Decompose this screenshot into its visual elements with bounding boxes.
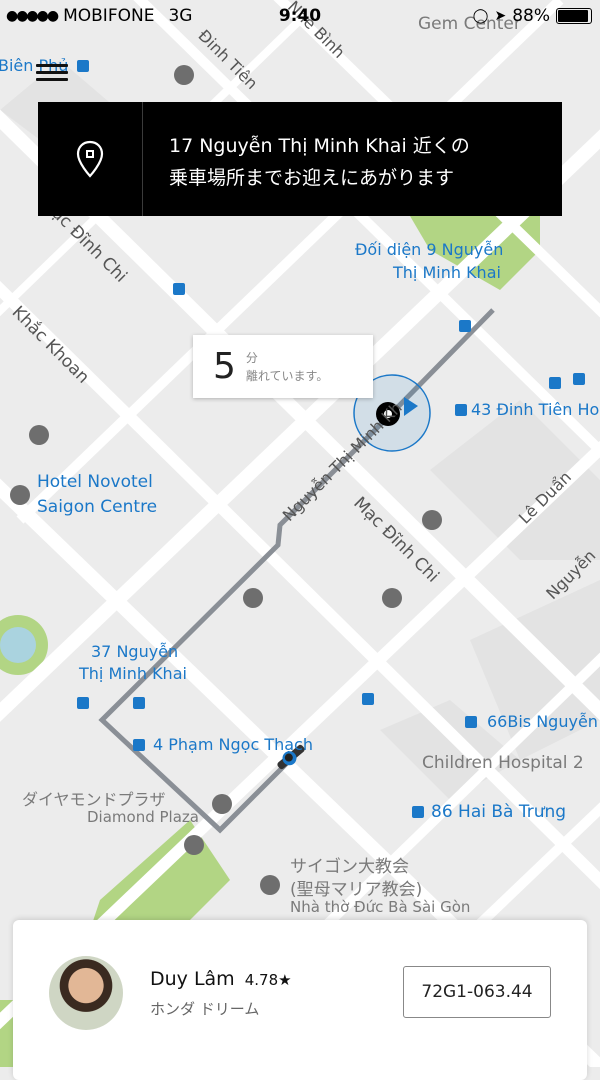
avatar[interactable] (49, 956, 123, 1030)
restaurant-icon (29, 425, 49, 445)
hotel-icon (10, 485, 30, 505)
eta-card: 5 分 離れています。 (193, 335, 373, 398)
lock-rotation-icon: ◯ (472, 8, 489, 24)
location-pin-icon (38, 102, 143, 216)
label-nha-tho: Nhà thờ Đức Bà Sài Gòn (290, 898, 471, 916)
label-dinh-tien-ho: 43 Đinh Tiên Ho (471, 400, 600, 419)
label-doi-dien-2: Thị Minh Khai (393, 263, 501, 282)
license-plate: 72G1-063.44 (403, 966, 551, 1018)
pond (0, 627, 36, 663)
pickup-banner[interactable]: 17 Nguyễn Thị Minh Khai 近くの 乗車場所までお迎えにあが… (38, 102, 562, 216)
label-37-2: Thị Minh Khai (79, 664, 187, 683)
vehicle-model: ホンダ ドリーム (150, 1000, 260, 1018)
label-pham-ngoc: 4 Phạm Ngọc Thạch (153, 735, 313, 754)
hamburger-menu-icon[interactable] (36, 60, 68, 86)
label-saigon-jp2: (聖母マリア教会) (290, 880, 423, 900)
pickup-point-gray-icon (184, 835, 204, 855)
status-bar: ●●●●● MOBIFONE 3G 9:40 ◯ ➤ 88% (0, 0, 600, 34)
bank-icon (243, 588, 263, 608)
pickup-address-line2: 乗車場所までお迎えにあがります (169, 167, 455, 189)
battery-percent: 88% (512, 6, 550, 26)
label-diamond-jp: ダイヤモンドプラザ (22, 790, 166, 809)
eta-away-label: 離れています。 (245, 368, 329, 383)
label-doi-dien-1: Đối diện 9 Nguyễn (355, 240, 504, 259)
label-diamond: Diamond Plaza (87, 808, 199, 826)
label-37-1: 37 Nguyễn (91, 642, 179, 661)
museum-icon-2 (422, 510, 442, 530)
eta-unit: 分 (245, 350, 258, 365)
label-hotel-1: Hotel Novotel (37, 472, 153, 492)
battery-icon (556, 8, 592, 24)
driver-rating: 4.78★ (244, 971, 292, 989)
shopping-icon (212, 794, 232, 814)
label-66bis: 66Bis Nguyễn (487, 712, 598, 731)
label-children-hospital: Children Hospital 2 (422, 753, 584, 773)
driver-card[interactable]: Duy Lâm 4.78★ ホンダ ドリーム 72G1-063.44 (13, 920, 587, 1080)
label-saigon-jp1: サイゴン大教会 (290, 857, 409, 877)
label-hotel-2: Saigon Centre (37, 497, 158, 517)
school-icon (174, 65, 194, 85)
driver-name: Duy Lâm (150, 968, 235, 990)
label-hai-ba: 86 Hai Bà Trưng (431, 802, 567, 822)
pickup-address-line1: 17 Nguyễn Thị Minh Khai 近くの (169, 135, 470, 157)
driver-name-row: Duy Lâm 4.78★ (150, 968, 292, 990)
museum-icon (382, 588, 402, 608)
location-arrow-icon: ➤ (494, 8, 507, 24)
eta-minutes: 5 (213, 346, 236, 387)
church-icon (260, 875, 280, 895)
